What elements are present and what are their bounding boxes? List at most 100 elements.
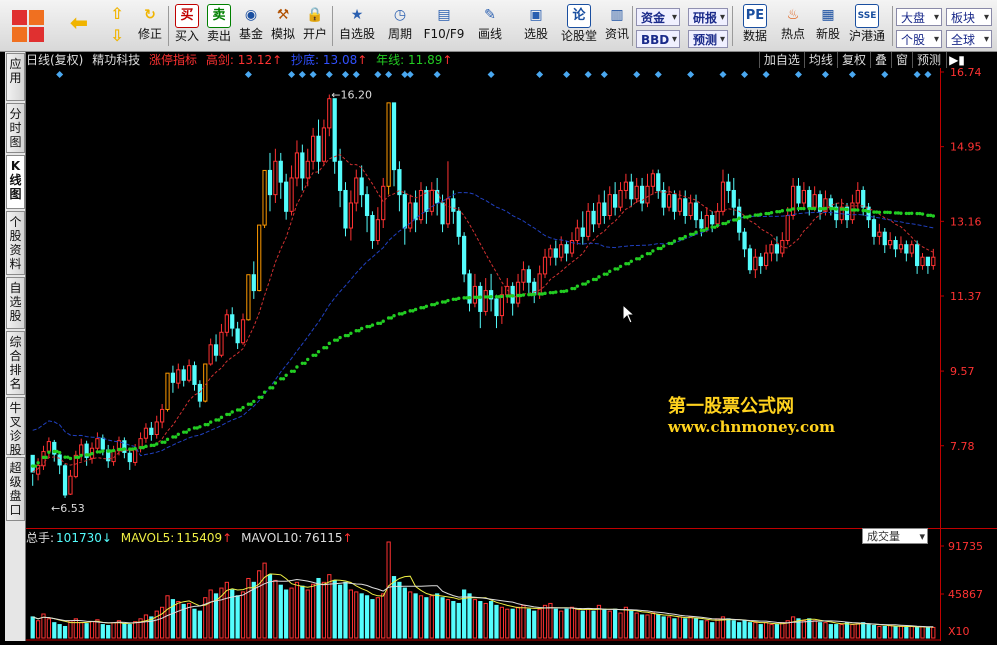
chart-button-1[interactable]: 均线 bbox=[803, 52, 837, 68]
year-line-dot bbox=[899, 211, 903, 215]
candle-body bbox=[294, 152, 300, 179]
fund-button[interactable]: ◉ 基金 bbox=[236, 2, 266, 50]
chart-button-5[interactable]: 预测 bbox=[911, 52, 945, 68]
fix-button[interactable]: ↻ 修正 bbox=[134, 2, 166, 50]
volume-bar bbox=[106, 625, 111, 639]
year-line-dot bbox=[262, 390, 267, 394]
logo-icon[interactable] bbox=[6, 2, 50, 50]
indicator-name[interactable]: 涨停指标 bbox=[149, 53, 197, 67]
kline-chart-panel[interactable]: 16.74 14.95 13.16 11.37 9.57 7.78 ←16.20 ←6.53 9… bbox=[26, 52, 997, 641]
sidebar-tab-minute[interactable]: 分时图 bbox=[6, 103, 25, 153]
volume-bar bbox=[35, 620, 41, 639]
volume-bar bbox=[683, 618, 688, 639]
volume-bar bbox=[52, 622, 57, 639]
up-button[interactable]: ⇧ ⇩ bbox=[104, 2, 130, 50]
market-select[interactable]: 大盘 bbox=[896, 8, 942, 27]
sidebar-tab-kline[interactable]: K线图 bbox=[6, 155, 25, 209]
volume-indicator-select[interactable]: 成交量 ▾ bbox=[862, 528, 928, 544]
volume-bar bbox=[391, 576, 397, 639]
year-line-dot bbox=[184, 430, 189, 434]
research-button[interactable]: 研报 bbox=[688, 8, 728, 27]
candle-body bbox=[257, 224, 262, 292]
year-line-dot bbox=[187, 428, 191, 432]
volume-bar bbox=[343, 581, 348, 639]
sidebar-tab-watchlist[interactable]: 自选股 bbox=[6, 277, 25, 329]
candle-body bbox=[769, 244, 774, 254]
volume-bar bbox=[300, 585, 305, 639]
volume-bar bbox=[737, 622, 742, 639]
chart-button-0[interactable]: 加自选 bbox=[758, 52, 804, 68]
hot-button[interactable]: ♨ 热点 bbox=[776, 2, 810, 50]
watch-label: 自选股 bbox=[338, 27, 375, 41]
global-select[interactable]: 全球 bbox=[946, 30, 992, 49]
chart-button-4[interactable]: 窗 bbox=[890, 52, 912, 68]
news-button[interactable]: ▥ 资讯 bbox=[600, 2, 634, 50]
up-arrow-icon: ↑ bbox=[272, 53, 283, 67]
back-button[interactable]: ⬅ bbox=[62, 2, 96, 50]
year-line-dot bbox=[683, 234, 687, 239]
sim-button[interactable]: ⚒ 模拟 bbox=[268, 2, 298, 50]
kline-chart-svg[interactable]: 16.7414.9513.1611.379.577.78←16.20←6.539… bbox=[26, 52, 997, 641]
candle-body bbox=[559, 244, 564, 258]
sector-select[interactable]: 板块 bbox=[946, 8, 992, 27]
forum-button[interactable]: 论论股堂 bbox=[560, 2, 598, 50]
volume-bar bbox=[915, 626, 920, 639]
bbd-button[interactable]: BBD bbox=[636, 30, 680, 49]
watch-button[interactable]: ★ 自选股 bbox=[336, 2, 378, 50]
newstock-button[interactable]: ▦ 新股 bbox=[812, 2, 844, 50]
volume-tick-label: 45867 bbox=[948, 588, 983, 601]
volume-bar bbox=[715, 618, 720, 639]
f10-button[interactable]: ▤ F10/F9 bbox=[422, 2, 466, 50]
year-line-dot bbox=[629, 259, 634, 263]
open-button[interactable]: 🔒 开户 bbox=[300, 2, 330, 50]
f10-icon: ▤ bbox=[437, 7, 451, 23]
stock-name: 精功科技 bbox=[92, 53, 141, 67]
candle-body bbox=[861, 189, 866, 208]
candle-body bbox=[224, 314, 229, 333]
volume-bar bbox=[607, 610, 612, 639]
panel-toggle-icon[interactable]: ▶▮ bbox=[946, 52, 967, 68]
signal-marker-icon bbox=[794, 71, 802, 78]
buy-button[interactable]: 买买入 bbox=[172, 2, 202, 50]
hk-button[interactable]: SSE 沪港通 bbox=[846, 2, 888, 50]
candle-body bbox=[661, 189, 666, 208]
year-line-dot bbox=[651, 249, 655, 253]
candle-body bbox=[683, 198, 688, 216]
data-button[interactable]: PE 数据 bbox=[736, 2, 774, 50]
sidebar-tab-diagnose[interactable]: 牛叉诊股 bbox=[6, 397, 25, 457]
volume-bar bbox=[370, 599, 375, 639]
chart-button-3[interactable]: 叠 bbox=[869, 52, 891, 68]
sidebar-tab-profile[interactable]: 个股资料 bbox=[6, 211, 25, 275]
year-line-dot bbox=[672, 239, 677, 243]
forecast-button[interactable]: 预测 bbox=[688, 30, 728, 49]
year-line-dot bbox=[101, 449, 105, 453]
volume-bar bbox=[877, 625, 882, 639]
stock-select[interactable]: 个股 bbox=[896, 30, 942, 49]
candle-body bbox=[208, 344, 213, 365]
candle-body bbox=[46, 441, 51, 452]
chart-button-2[interactable]: 复权 bbox=[836, 52, 870, 68]
year-line-dot bbox=[273, 381, 278, 385]
year-line-dot bbox=[446, 298, 450, 303]
candle-body bbox=[580, 227, 585, 237]
period-label[interactable]: 日线(复权) bbox=[26, 53, 83, 67]
select-button[interactable]: ▣ 选股 bbox=[514, 2, 558, 50]
funds-button[interactable]: 资金 bbox=[636, 8, 680, 27]
year-line-dot bbox=[424, 304, 429, 309]
sidebar-tab-apps[interactable]: 应用 bbox=[6, 53, 25, 101]
sidebar-tab-super[interactable]: 超级盘口 bbox=[6, 457, 25, 521]
candle-body bbox=[656, 173, 661, 191]
draw-button[interactable]: ✎ 画线 bbox=[470, 2, 510, 50]
period-button[interactable]: ◷ 周期 bbox=[380, 2, 420, 50]
clock-icon: ◷ bbox=[393, 7, 407, 23]
arrow-down-icon[interactable]: ⇩ bbox=[106, 26, 128, 46]
forum-label: 论股堂 bbox=[560, 29, 597, 43]
candle-body bbox=[483, 290, 488, 312]
candle-body bbox=[160, 408, 165, 423]
year-line-dot bbox=[489, 294, 493, 299]
volume-bar bbox=[364, 595, 370, 639]
year-line-dot bbox=[314, 353, 318, 357]
sell-button[interactable]: 卖卖出 bbox=[204, 2, 234, 50]
sidebar-tab-ranking[interactable]: 综合排名 bbox=[6, 331, 25, 395]
volume-bar bbox=[100, 624, 105, 639]
